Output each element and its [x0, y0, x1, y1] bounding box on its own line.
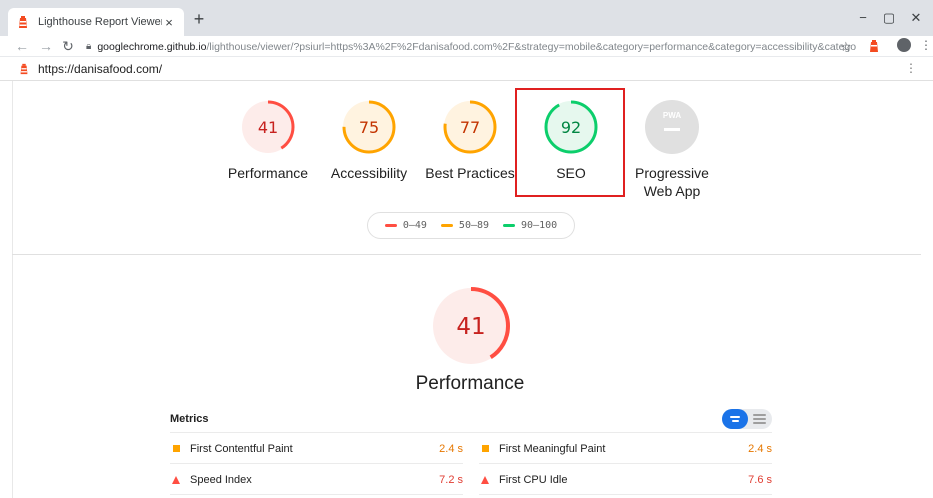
lighthouse-logo-icon — [20, 63, 28, 74]
performance-gauge-icon: 41 — [241, 100, 295, 154]
forward-arrow-icon[interactable]: → — [38, 38, 54, 54]
fail-triangle-icon — [170, 475, 182, 484]
gauge-label: Accessibility — [330, 165, 408, 181]
report-menu-icon[interactable]: ⋮ — [905, 61, 917, 75]
gauge-performance[interactable]: 41 Performance — [213, 99, 323, 182]
metric-name: First CPU Idle — [499, 473, 568, 486]
legend-item-pass: 90–100 — [503, 220, 557, 231]
gauge-best-practices[interactable]: 77 Best Practices — [415, 99, 525, 182]
svg-text:77: 77 — [460, 118, 480, 137]
accessibility-gauge-icon: 75 — [342, 100, 396, 154]
tab-title: Lighthouse Report Viewer — [38, 16, 162, 28]
metrics-title: Metrics — [170, 413, 209, 425]
report-url-bar: https://danisafood.com/ ⋮ — [0, 57, 933, 81]
metric-name: First Meaningful Paint — [499, 442, 606, 455]
metric-name: First Contentful Paint — [190, 442, 293, 455]
performance-score: 41 — [456, 314, 485, 340]
section-divider — [12, 254, 921, 255]
report-url[interactable]: https://danisafood.com/ — [38, 62, 162, 76]
metric-value: 7.2 s — [439, 473, 463, 486]
svg-text:PWA: PWA — [663, 111, 681, 120]
metrics-view-toggle[interactable] — [722, 409, 772, 429]
profile-avatar-icon[interactable] — [897, 38, 911, 52]
gauge-label: Progressive Web App — [635, 165, 709, 199]
legend-item-average: 50–89 — [440, 220, 489, 231]
metric-value: 2.4 s — [439, 442, 463, 455]
browser-toolbar: ← → ↻ 🔒︎ googlechrome.github.io/lighthou… — [0, 36, 933, 57]
tab-bar: Lighthouse Report Viewer × + − ▢ ✕ — [0, 0, 933, 36]
score-legend: 0–49 50–89 90–100 — [367, 212, 575, 239]
gauge-label: Best Practices — [425, 165, 515, 181]
metric-value: 2.4 s — [748, 442, 772, 455]
metric-name: Speed Index — [190, 473, 252, 486]
browser-menu-icon[interactable]: ⋮ — [920, 38, 932, 52]
performance-score-gauge: 41 — [432, 287, 510, 365]
bookmark-star-icon[interactable]: ☆ — [840, 39, 852, 55]
metric-first-meaningful-paint[interactable]: First Meaningful Paint 2.4 s — [479, 434, 772, 464]
fail-triangle-icon — [479, 475, 491, 484]
minimize-button[interactable]: − — [853, 10, 873, 25]
metric-first-contentful-paint[interactable]: First Contentful Paint 2.4 s — [170, 434, 463, 464]
average-square-icon — [170, 445, 182, 452]
best-practices-gauge-icon: 77 — [443, 100, 497, 154]
lighthouse-extension-icon[interactable] — [867, 39, 881, 53]
compact-view-icon[interactable] — [722, 409, 748, 429]
average-square-icon — [479, 445, 491, 452]
tab-close-icon[interactable]: × — [162, 15, 176, 30]
reload-icon[interactable]: ↻ — [60, 38, 76, 55]
lighthouse-favicon-icon — [19, 16, 27, 28]
seo-highlight-box — [515, 88, 625, 197]
metrics-header: Metrics — [170, 409, 772, 433]
gauge-accessibility[interactable]: 75 Accessibility — [314, 99, 424, 182]
new-tab-button[interactable]: + — [189, 10, 209, 30]
svg-text:41: 41 — [258, 118, 278, 137]
performance-title: Performance — [415, 373, 525, 394]
content-border — [12, 81, 13, 498]
pwa-badge-icon: PWA — [645, 100, 699, 154]
browser-tab[interactable]: Lighthouse Report Viewer × — [8, 8, 184, 36]
lock-icon: 🔒︎ — [86, 41, 92, 52]
legend-item-fail: 0–49 — [384, 220, 427, 231]
gauge-pwa[interactable]: PWA Progressive Web App — [617, 99, 727, 200]
metric-first-cpu-idle[interactable]: First CPU Idle 7.6 s — [479, 465, 772, 495]
gauge-label: Performance — [227, 165, 309, 181]
metric-speed-index[interactable]: Speed Index 7.2 s — [170, 465, 463, 495]
expanded-view-icon[interactable] — [753, 414, 766, 424]
metric-value: 7.6 s — [748, 473, 772, 486]
svg-text:75: 75 — [359, 118, 379, 137]
back-arrow-icon[interactable]: ← — [14, 38, 30, 54]
restore-button[interactable]: ▢ — [879, 10, 899, 26]
address-bar[interactable]: 🔒︎ googlechrome.github.io/lighthouse/vie… — [86, 37, 856, 56]
address-url[interactable]: googlechrome.github.io/lighthouse/viewer… — [97, 41, 856, 53]
close-window-button[interactable]: ✕ — [906, 10, 926, 26]
